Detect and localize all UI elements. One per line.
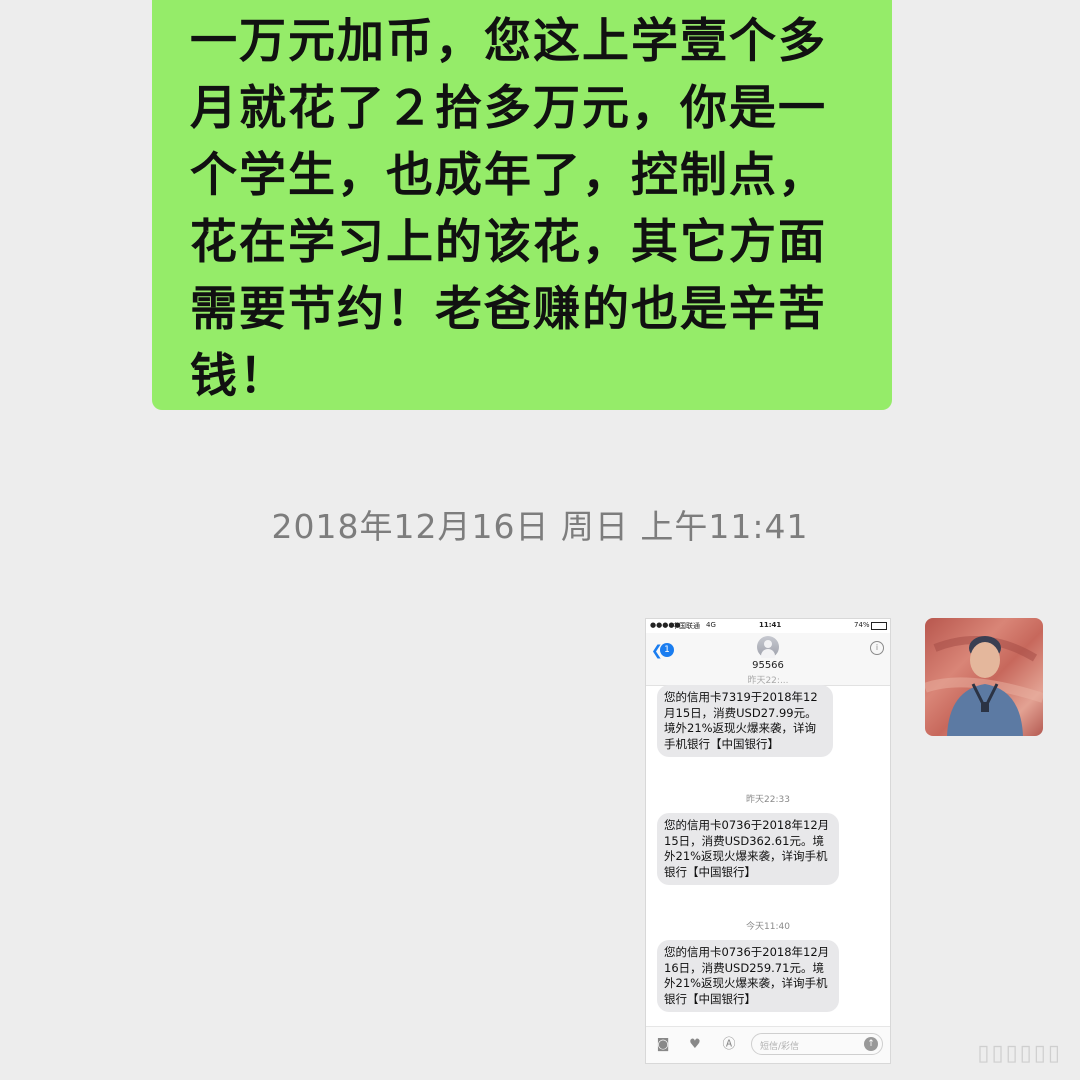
digital-touch-icon[interactable]: ♥ [686, 1036, 704, 1054]
carrier-label: 中国联通 [672, 622, 700, 630]
battery-icon [871, 622, 887, 630]
camera-icon[interactable]: ◙ [654, 1036, 672, 1054]
status-time: 11:41 [759, 621, 782, 629]
contact-avatar-icon[interactable] [757, 636, 779, 658]
sms-bubble-2: 您的信用卡0736于2018年12月15日，消费USD362.61元。境外21%… [657, 813, 839, 885]
sms-time-2: 昨天22:33 [746, 795, 790, 805]
app-store-icon[interactable]: Ⓐ [720, 1036, 738, 1054]
status-bar: ●●●●● 中国联通 4G 11:41 74% [646, 619, 890, 633]
contact-name: 95566 [752, 660, 784, 671]
sms-input-bar: ◙ ♥ Ⓐ 短信/彩信 ↑ [646, 1026, 890, 1063]
send-icon[interactable]: ↑ [864, 1037, 878, 1051]
battery-label: 74% [854, 621, 870, 629]
sms-bubble-3: 您的信用卡0736于2018年12月16日，消费USD259.71元。境外21%… [657, 940, 839, 1012]
avatar-photo [925, 636, 1043, 736]
info-icon[interactable]: i [870, 641, 884, 655]
sms-time-3: 今天11:40 [746, 922, 790, 932]
image-message-sms-screenshot[interactable]: ●●●●● 中国联通 4G 11:41 74% ❮ 1 95566 i 昨天22… [645, 618, 891, 1064]
network-label: 4G [706, 621, 716, 629]
watermark: ▯▯▯▯▯▯ [977, 1041, 1062, 1066]
sms-bubble-1: 您的信用卡7319于2018年12月15日，消费USD27.99元。境外21%返… [657, 685, 833, 757]
chat-bubble-incoming[interactable]: 一万元加币，您这上学壹个多月就花了２拾多万元，你是一个学生，也成年了，控制点，花… [152, 0, 892, 410]
chat-message-text: 一万元加币，您这上学壹个多月就花了２拾多万元，你是一个学生，也成年了，控制点，花… [190, 14, 827, 404]
sender-avatar[interactable] [925, 618, 1043, 736]
unread-badge: 1 [660, 643, 674, 657]
chat-timestamp: 2018年12月16日 周日 上午11:41 [271, 507, 809, 546]
